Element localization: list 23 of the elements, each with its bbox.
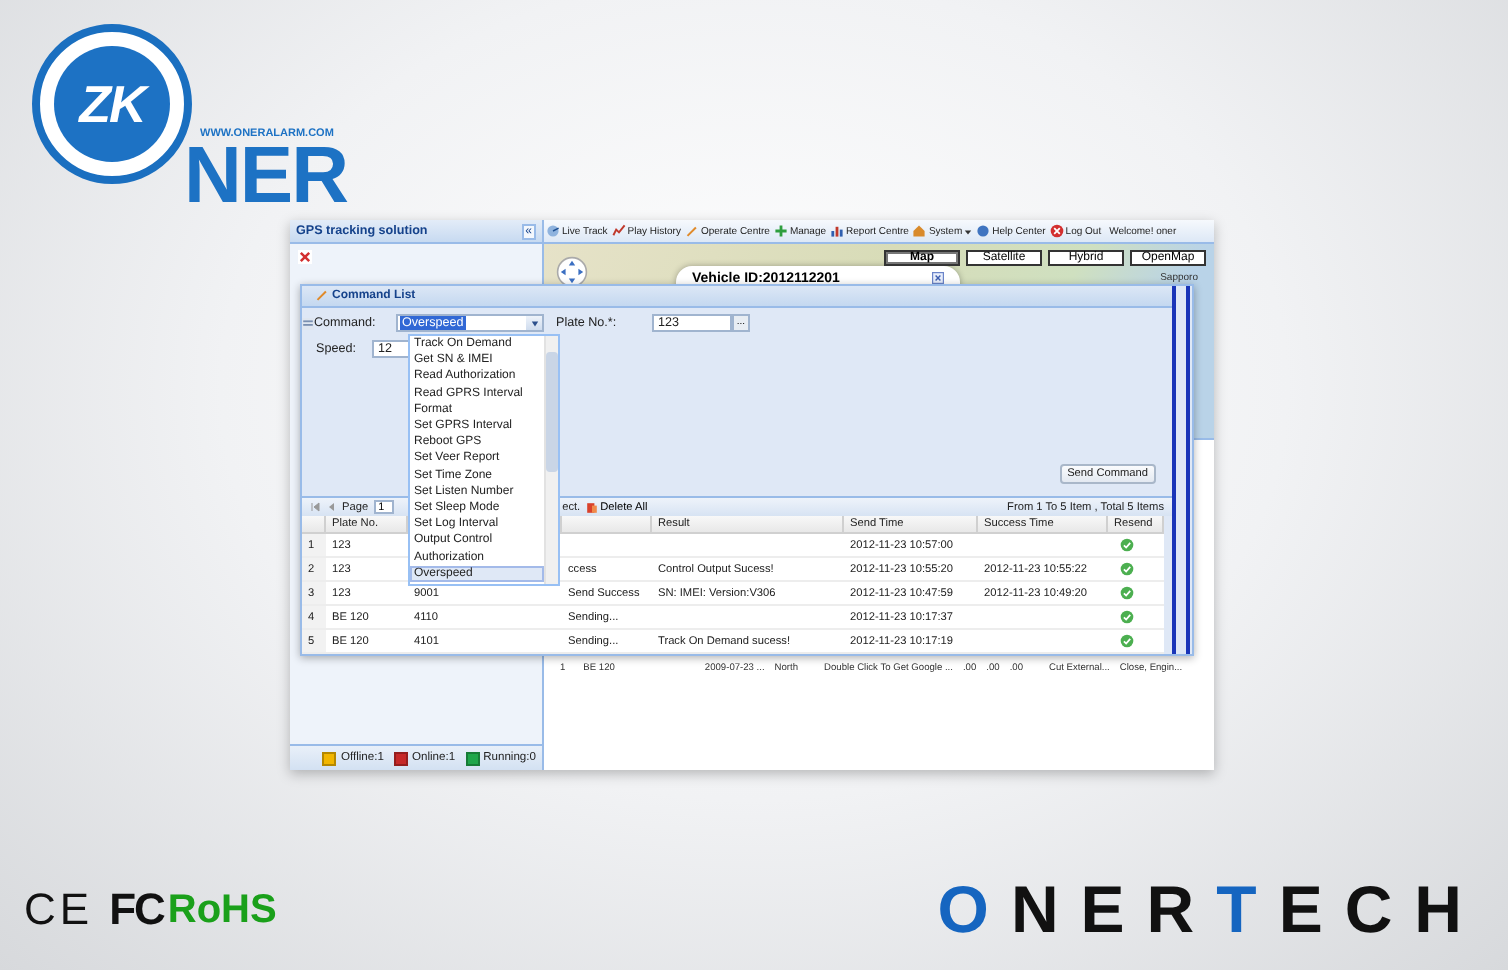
bar-chart-icon	[830, 224, 845, 238]
caret-icon	[529, 319, 539, 328]
column-header	[562, 516, 652, 535]
logo-mark: ZK	[79, 73, 145, 135]
close-icon	[298, 250, 312, 264]
first-page-icon	[310, 502, 320, 513]
column-header	[302, 516, 326, 535]
previous-page-icon	[326, 502, 336, 513]
pan-control-icon	[556, 256, 588, 288]
logo-wordmark: NER	[184, 140, 347, 212]
brand-wordmark: O NER T ECH	[937, 876, 1484, 944]
certification-mark: RoHS	[167, 886, 277, 934]
certification-mark: FC	[109, 886, 164, 934]
house-icon	[912, 224, 927, 238]
pencil-icon	[684, 224, 699, 238]
delete-icon	[586, 501, 599, 514]
close-icon	[1049, 224, 1064, 238]
certification-mark: CE	[24, 886, 94, 934]
line-chart-icon	[611, 224, 626, 238]
pencil-icon	[314, 288, 328, 303]
help-icon	[976, 224, 991, 238]
scrollbar[interactable]	[544, 336, 558, 584]
plus-icon	[773, 224, 788, 238]
